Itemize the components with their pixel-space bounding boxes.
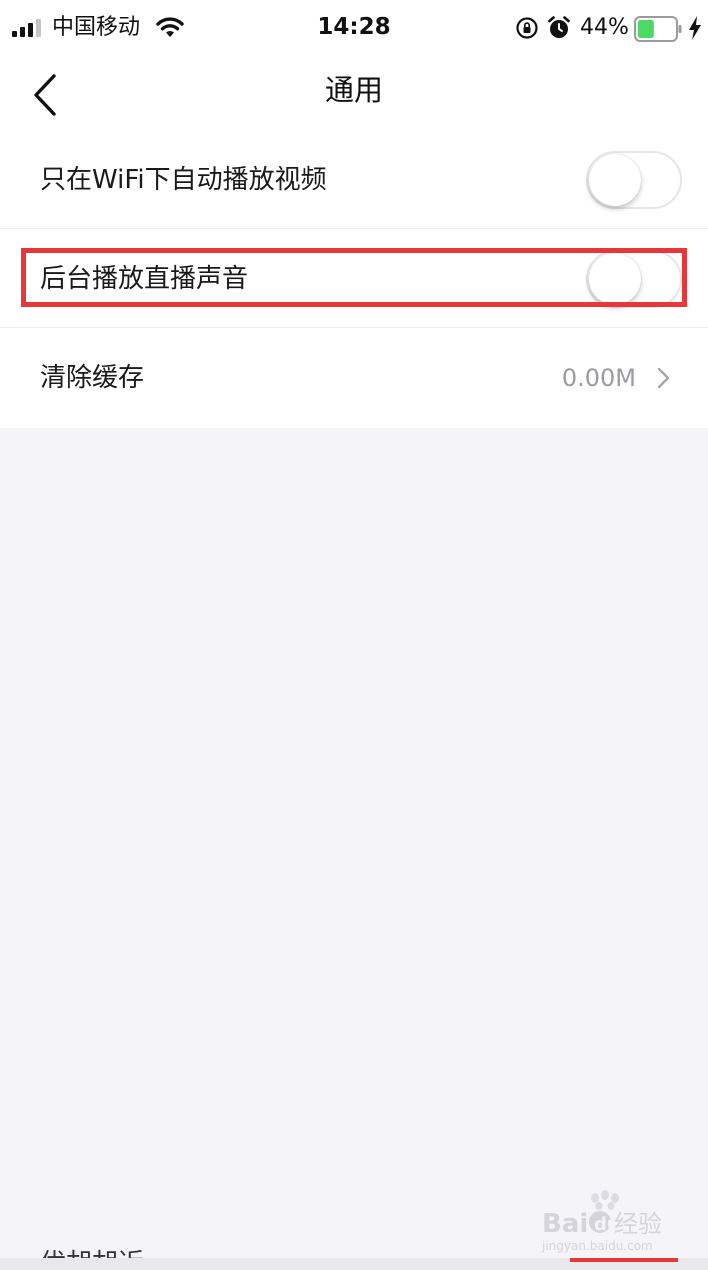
- setting-row-clear-cache[interactable]: 清除缓存 0.00M: [0, 328, 708, 428]
- chevron-left-icon: [34, 74, 56, 116]
- baidu-watermark-logo: Bai du 经验 jingyan.baidu.com: [541, 1190, 662, 1253]
- setting-label-clear-cache: 清除缓存: [40, 363, 145, 393]
- setting-label-background-audio: 后台播放直播声音: [40, 264, 249, 294]
- nav-bar: 通用: [0, 58, 708, 130]
- page-title: 通用: [324, 73, 383, 107]
- alarm-icon: [548, 16, 570, 38]
- setting-label-wifi-autoplay: 只在WiFi下自动播放视频: [40, 165, 327, 195]
- toggle-knob: [589, 154, 641, 206]
- svg-text:经验: 经验: [614, 1210, 662, 1238]
- rotation-lock-icon: [516, 17, 538, 39]
- svg-text:jingyan.baidu.com: jingyan.baidu.com: [541, 1239, 653, 1253]
- wifi-autoplay-toggle[interactable]: [586, 151, 682, 209]
- setting-row-background-audio: 后台播放直播声音: [0, 229, 708, 328]
- battery-percent: 44%: [580, 15, 629, 40]
- setting-row-wifi-autoplay: 只在WiFi下自动播放视频: [0, 130, 708, 229]
- bottom-accent-line: [570, 1258, 678, 1262]
- toggle-knob: [589, 253, 641, 305]
- charging-bolt-icon: [689, 16, 701, 40]
- chevron-right-icon: [657, 367, 670, 389]
- settings-list: 只在WiFi下自动播放视频 后台播放直播声音 清除缓存 0.00M: [0, 130, 708, 428]
- cache-size-value: 0.00M: [561, 364, 636, 392]
- svg-text:Bai: Bai: [542, 1209, 588, 1239]
- back-button[interactable]: [24, 66, 72, 122]
- background-audio-toggle[interactable]: [586, 250, 682, 308]
- status-bar: 中国移动 14:28 44%: [0, 0, 708, 58]
- battery-icon: [634, 16, 682, 42]
- bottom-cut-off-text: 优胡胡近: [40, 1246, 144, 1258]
